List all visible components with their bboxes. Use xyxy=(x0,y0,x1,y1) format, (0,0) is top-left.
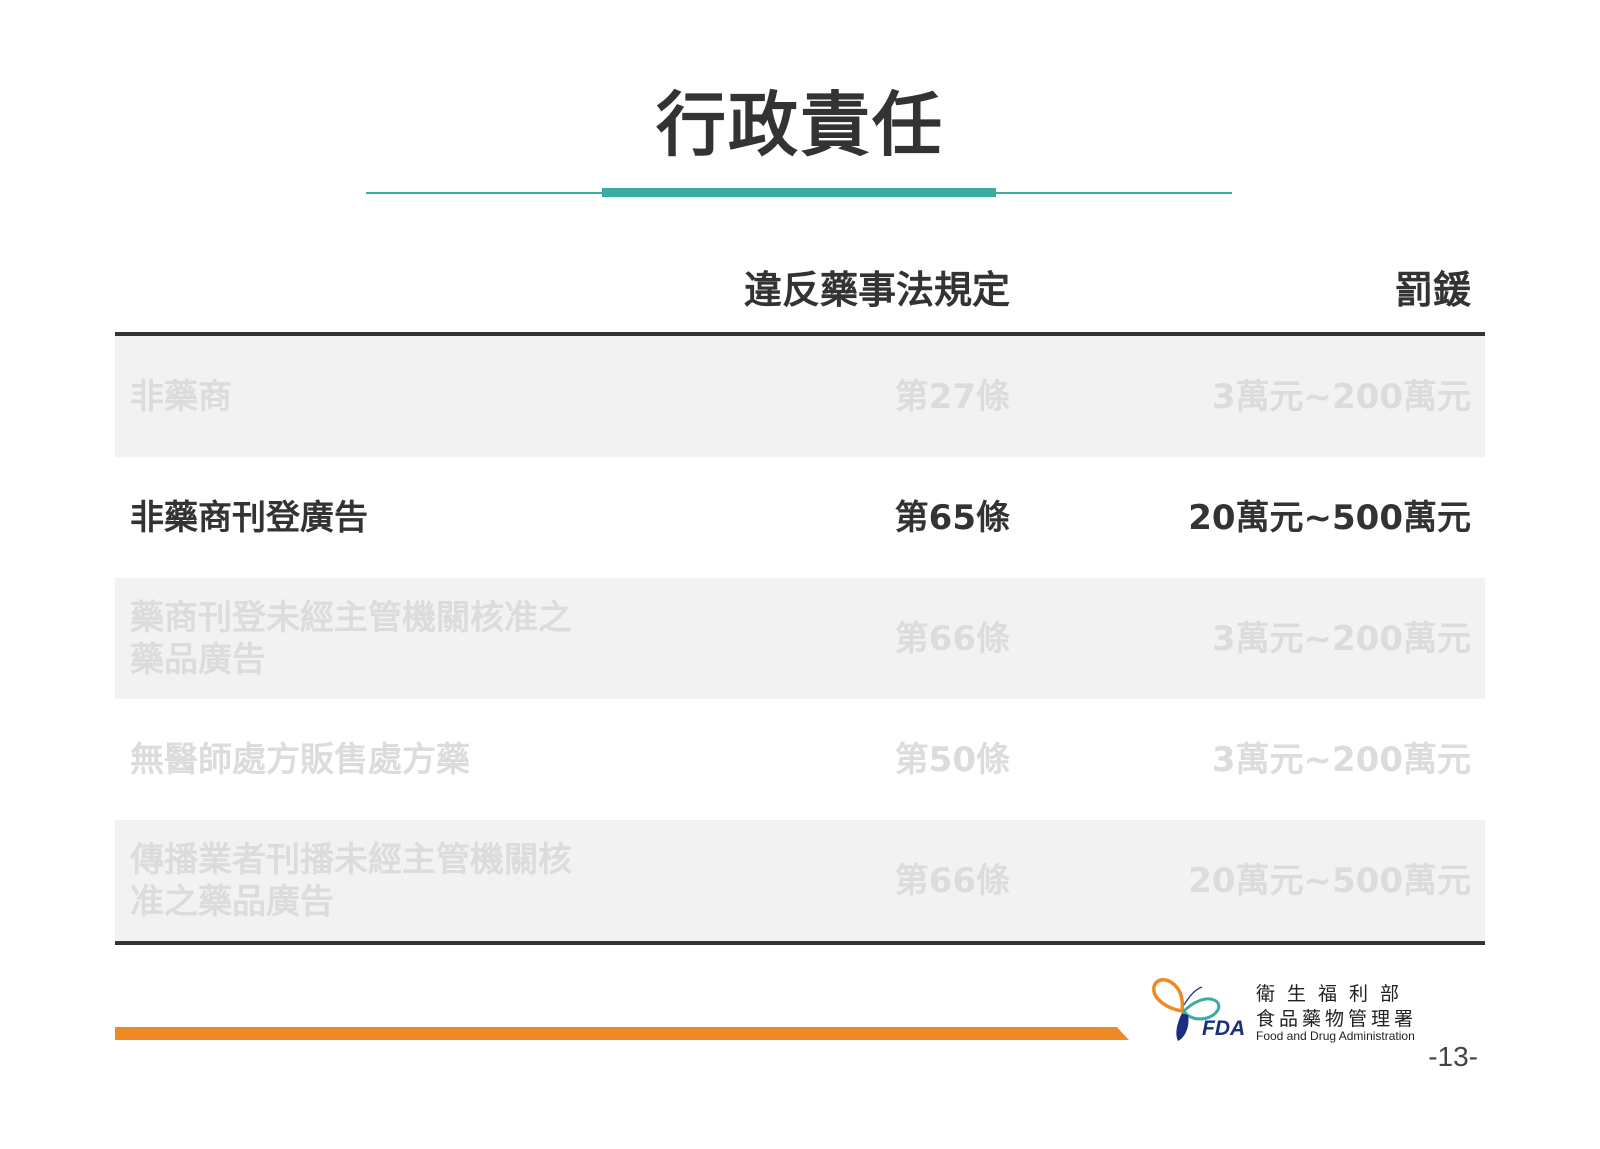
row-subject: 藥商刊登未經主管機關核准之藥品廣告 xyxy=(130,597,572,680)
logo-ministry: 衛生福利部 xyxy=(1256,983,1412,1005)
title-underline-thick xyxy=(602,188,996,197)
row-fine: 3萬元~200萬元 xyxy=(1211,376,1471,417)
row-subject: 傳播業者刊播未經主管機關核准之藥品廣告 xyxy=(130,839,572,922)
table-header: 違反藥事法規定 罰鍰 xyxy=(115,260,1485,330)
row-fine: 3萬元~200萬元 xyxy=(1211,618,1471,659)
row-article: 第50條 xyxy=(894,739,1010,780)
footer-accent-bar xyxy=(115,1027,1129,1040)
row-article: 第66條 xyxy=(894,618,1010,659)
table-row: 藥商刊登未經主管機關核准之藥品廣告 第66條 3萬元~200萬元 xyxy=(115,578,1485,699)
row-fine: 3萬元~200萬元 xyxy=(1211,739,1471,780)
table-row: 非藥商 第27條 3萬元~200萬元 xyxy=(115,336,1485,457)
fda-logo: FDA 衛生福利部 食品藥物管理署 Food and Drug Administ… xyxy=(1148,975,1448,1045)
logo-agency: 食品藥物管理署 xyxy=(1256,1008,1418,1030)
row-article: 第65條 xyxy=(894,497,1010,538)
row-fine: 20萬元~500萬元 xyxy=(1188,497,1471,538)
row-subject: 無醫師處方販售處方藥 xyxy=(130,739,470,780)
header-fine: 罰鍰 xyxy=(1394,268,1471,312)
row-subject: 非藥商 xyxy=(130,376,232,417)
row-article: 第66條 xyxy=(894,860,1010,901)
fda-wordmark: FDA xyxy=(1202,1017,1246,1040)
row-article: 第27條 xyxy=(894,376,1010,417)
table-bottom-rule xyxy=(115,941,1485,945)
logo-english-name: Food and Drug Administration xyxy=(1256,1029,1415,1043)
row-subject: 非藥商刊登廣告 xyxy=(130,497,368,538)
table-row: 傳播業者刊播未經主管機關核准之藥品廣告 第66條 20萬元~500萬元 xyxy=(115,820,1485,941)
row-fine: 20萬元~500萬元 xyxy=(1188,860,1471,901)
page-number: -13- xyxy=(1428,1041,1478,1072)
slide-title: 行政責任 xyxy=(656,84,944,166)
table-row-highlighted: 非藥商刊登廣告 第65條 20萬元~500萬元 xyxy=(115,457,1485,578)
header-article: 違反藥事法規定 xyxy=(743,268,1010,312)
table-row: 無醫師處方販售處方藥 第50條 3萬元~200萬元 xyxy=(115,699,1485,820)
